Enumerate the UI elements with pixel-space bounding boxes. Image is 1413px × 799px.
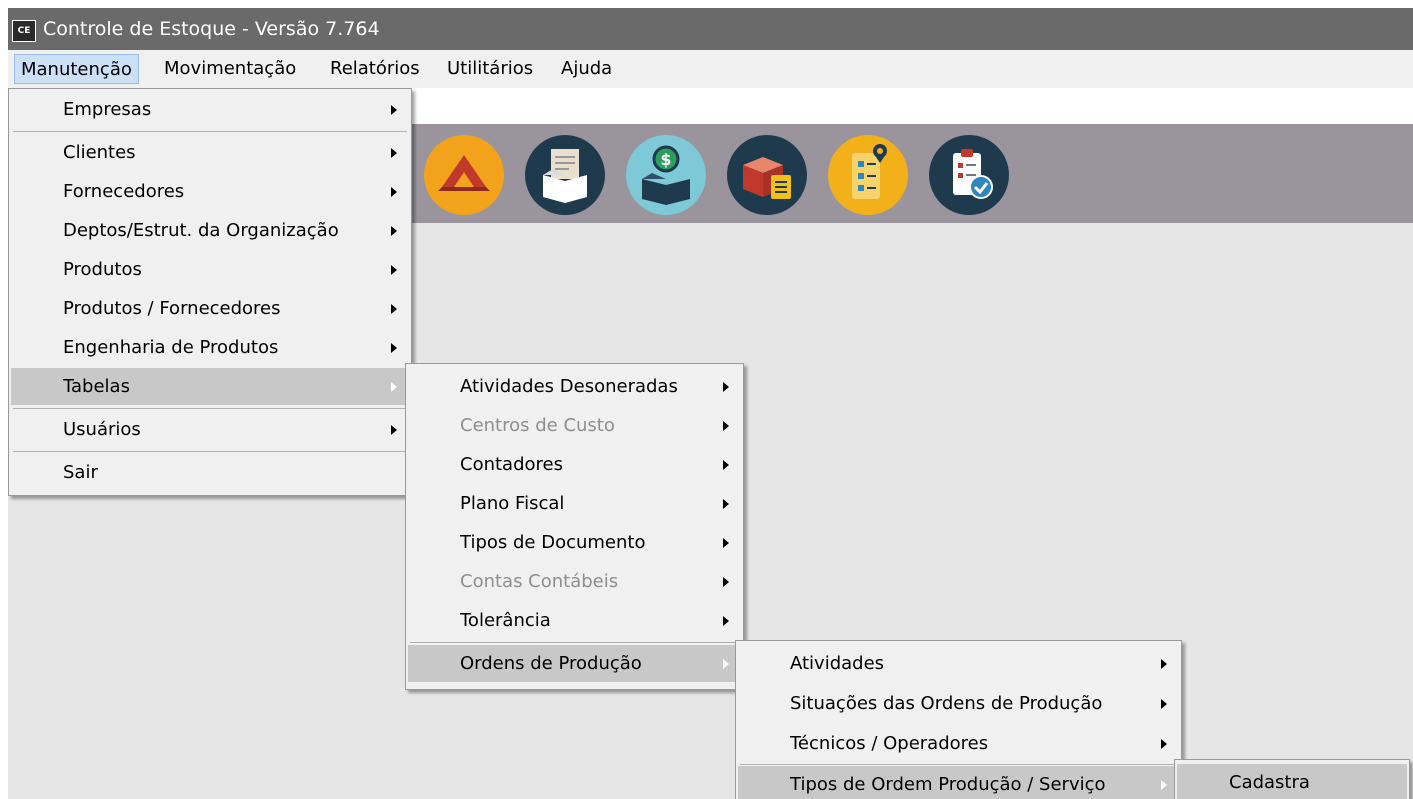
menu-item-label: Usuários — [63, 419, 141, 440]
menu-item-label: Técnicos / Operadores — [790, 733, 989, 754]
menu-item-deptos[interactable]: Deptos/Estrut. da Organização — [11, 212, 409, 249]
app-icon: CE — [12, 20, 36, 42]
chevron-right-icon — [391, 382, 397, 392]
menu-item-contadores[interactable]: Contadores — [408, 446, 741, 483]
menu-movimentacao[interactable]: Movimentação — [158, 54, 302, 84]
menu-item-label: Cadastra — [1229, 772, 1310, 793]
chevron-right-icon — [723, 421, 729, 431]
clipboard-check-icon[interactable] — [929, 135, 1009, 215]
menu-item-fornecedores[interactable]: Fornecedores — [11, 173, 409, 210]
title-bar: CE Controle de Estoque - Versão 7.764 — [8, 8, 1413, 50]
menu-item-tecnicos-operadores[interactable]: Técnicos / Operadores — [738, 725, 1179, 762]
menu-item-contas-contabeis: Contas Contábeis — [408, 563, 741, 600]
chevron-right-icon — [723, 499, 729, 509]
menu-separator — [13, 408, 407, 409]
tipos-de-ordem-submenu: Cadastra — [1174, 759, 1410, 799]
menu-item-label: Tabelas — [63, 376, 130, 397]
chevron-right-icon — [723, 616, 729, 626]
menu-relatorios[interactable]: Relatórios — [324, 54, 426, 84]
chevron-right-icon — [391, 148, 397, 158]
menu-separator — [13, 131, 407, 132]
menu-item-produtos[interactable]: Produtos — [11, 251, 409, 288]
inventory-box-icon[interactable] — [727, 135, 807, 215]
chevron-right-icon — [391, 105, 397, 115]
menu-item-atividades[interactable]: Atividades — [738, 645, 1179, 682]
tabelas-submenu: Atividades Desoneradas Centros de Custo … — [405, 363, 744, 690]
menu-item-label: Engenharia de Produtos — [63, 337, 279, 358]
money-box-icon[interactable]: $ — [626, 135, 706, 215]
menu-item-empresas[interactable]: Empresas — [11, 91, 409, 128]
chevron-right-icon — [1161, 699, 1167, 709]
menu-item-label: Produtos — [63, 259, 142, 280]
menu-item-situacoes[interactable]: Situações das Ordens de Produção — [738, 685, 1179, 722]
menu-item-label: Atividades — [790, 653, 885, 674]
chevron-right-icon — [391, 425, 397, 435]
chevron-right-icon — [391, 304, 397, 314]
chevron-right-icon — [723, 577, 729, 587]
document-box-icon[interactable] — [525, 135, 605, 215]
menu-item-tolerancia[interactable]: Tolerância — [408, 602, 741, 639]
menu-item-tipos-de-documento[interactable]: Tipos de Documento — [408, 524, 741, 561]
chevron-right-icon — [391, 226, 397, 236]
menu-item-label: Produtos / Fornecedores — [63, 298, 281, 319]
menu-item-label: Tipos de Ordem Produção / Serviço — [790, 774, 1106, 795]
chevron-right-icon — [391, 343, 397, 353]
menu-item-centros-de-custo: Centros de Custo — [408, 407, 741, 444]
menu-item-label: Empresas — [63, 99, 152, 120]
chevron-right-icon — [723, 659, 729, 669]
menu-item-engenharia[interactable]: Engenharia de Produtos — [11, 329, 409, 366]
menu-manutencao[interactable]: Manutenção — [14, 54, 139, 84]
chevron-right-icon — [723, 460, 729, 470]
menu-item-label: Clientes — [63, 142, 136, 163]
menu-ajuda[interactable]: Ajuda — [555, 54, 618, 84]
warehouse-icon[interactable] — [424, 135, 504, 215]
chevron-right-icon — [391, 187, 397, 197]
window-title: Controle de Estoque - Versão 7.764 — [43, 18, 380, 40]
ordens-de-producao-submenu: Atividades Situações das Ordens de Produ… — [735, 640, 1182, 799]
menu-item-label: Fornecedores — [63, 181, 185, 202]
checklist-location-icon[interactable] — [828, 135, 908, 215]
menu-item-ordens-de-producao[interactable]: Ordens de Produção — [408, 645, 741, 682]
svg-text:$: $ — [660, 150, 671, 169]
manutencao-menu: Empresas Clientes Fornecedores Deptos/Es… — [8, 88, 412, 496]
chevron-right-icon — [723, 382, 729, 392]
chevron-right-icon — [723, 538, 729, 548]
menu-item-label: Tipos de Documento — [460, 532, 646, 553]
chevron-right-icon — [1161, 780, 1167, 790]
menu-separator — [13, 451, 407, 452]
menu-item-tabelas[interactable]: Tabelas — [11, 368, 409, 405]
menu-separator — [410, 642, 739, 643]
menu-item-label: Contadores — [460, 454, 563, 475]
menu-item-label: Deptos/Estrut. da Organização — [63, 220, 339, 241]
menu-item-sair[interactable]: Sair — [11, 454, 409, 491]
menu-item-label: Contas Contábeis — [460, 571, 619, 592]
menu-item-label: Ordens de Produção — [460, 653, 642, 674]
menu-item-atividades-desoneradas[interactable]: Atividades Desoneradas — [408, 368, 741, 405]
menu-item-label: Plano Fiscal — [460, 493, 565, 514]
menu-item-tipos-de-ordem[interactable]: Tipos de Ordem Produção / Serviço — [738, 766, 1179, 799]
chevron-right-icon — [1161, 659, 1167, 669]
menu-item-clientes[interactable]: Clientes — [11, 134, 409, 171]
menu-item-label: Tolerância — [460, 610, 551, 631]
menu-item-usuarios[interactable]: Usuários — [11, 411, 409, 448]
menu-item-label: Centros de Custo — [460, 415, 615, 436]
menu-item-produtos-fornecedores[interactable]: Produtos / Fornecedores — [11, 290, 409, 327]
menu-bar: Manutenção Movimentação Relatórios Utili… — [8, 50, 1413, 88]
menu-item-plano-fiscal[interactable]: Plano Fiscal — [408, 485, 741, 522]
menu-item-label: Situações das Ordens de Produção — [790, 693, 1103, 714]
chevron-right-icon — [391, 265, 397, 275]
menu-utilitarios[interactable]: Utilitários — [441, 54, 539, 84]
app-window: CE Controle de Estoque - Versão 7.764 Ma… — [8, 8, 1413, 799]
menu-item-cadastra[interactable]: Cadastra — [1177, 764, 1407, 799]
menu-separator — [740, 764, 1177, 765]
menu-item-label: Atividades Desoneradas — [460, 376, 678, 397]
menu-item-label: Sair — [63, 462, 98, 483]
chevron-right-icon — [1161, 739, 1167, 749]
